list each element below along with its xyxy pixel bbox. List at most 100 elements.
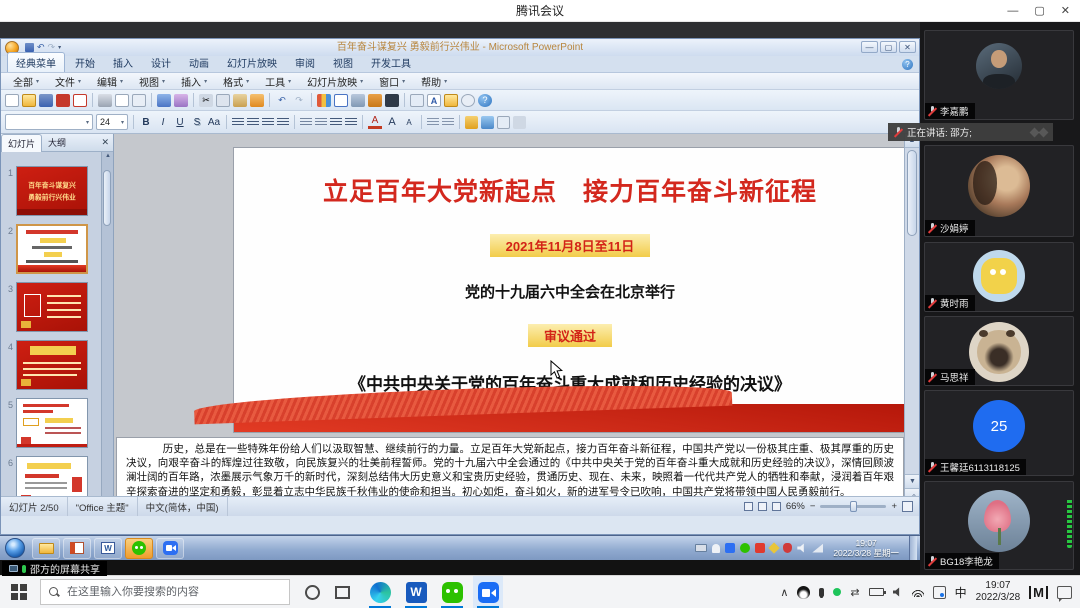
close-icon[interactable]: ✕ — [1061, 0, 1070, 22]
maximize-icon[interactable]: ▢ — [1034, 0, 1044, 22]
bell-icon[interactable] — [712, 544, 720, 553]
tab-home[interactable]: 开始 — [67, 53, 103, 72]
tab-review[interactable]: 审阅 — [287, 53, 323, 72]
undo-icon[interactable]: ↶ — [275, 94, 289, 107]
battery-icon[interactable] — [869, 588, 884, 596]
columns-icon[interactable] — [315, 118, 327, 127]
antivirus-tray-icon[interactable] — [769, 542, 780, 553]
font-name-combo[interactable]: ▾ — [5, 114, 93, 130]
wifi-icon[interactable] — [912, 588, 924, 597]
zoom-slider-thumb[interactable] — [850, 501, 857, 512]
panel-close-icon[interactable]: ✕ — [101, 137, 109, 148]
redo-icon[interactable]: ↷ — [292, 94, 306, 107]
menu-tools[interactable]: 工具▾ — [257, 74, 299, 89]
menu-all[interactable]: 全部▾ — [5, 74, 47, 89]
format-painter-icon[interactable] — [250, 94, 264, 107]
page-setup-icon[interactable] — [132, 94, 146, 107]
app-tray-icon[interactable] — [755, 543, 765, 553]
shape-icon[interactable] — [497, 116, 510, 129]
powerpoint-taskbar-icon[interactable] — [63, 538, 91, 559]
word-taskbar-icon[interactable]: W — [94, 538, 122, 559]
shrink-font-button[interactable]: A — [402, 115, 416, 130]
minimize-icon[interactable]: — — [1007, 0, 1018, 22]
keyboard-icon[interactable] — [695, 544, 707, 552]
font-color-button[interactable]: A — [368, 115, 382, 129]
scroll-up-icon[interactable]: ▲ — [102, 153, 114, 159]
zoom-in-icon[interactable]: + — [891, 501, 897, 512]
slideshow-view-icon[interactable] — [772, 502, 781, 511]
panel-scrollbar[interactable]: ▲ ▼ — [101, 152, 113, 516]
tab-design[interactable]: 设计 — [143, 53, 179, 72]
tab-slideshow[interactable]: 幻灯片放映 — [219, 53, 285, 72]
justify-icon[interactable] — [277, 118, 289, 127]
network-signal-icon[interactable] — [812, 544, 823, 553]
fit-to-window-icon[interactable] — [902, 501, 913, 512]
open-folder-icon[interactable] — [444, 94, 458, 107]
normal-view-icon[interactable] — [744, 502, 753, 511]
input-indicator-icon[interactable] — [933, 586, 946, 599]
line-spacing-icon[interactable] — [300, 118, 312, 127]
notification-center-icon[interactable] — [1057, 586, 1072, 599]
zoom-icon[interactable] — [461, 94, 475, 107]
zoom-out-icon[interactable]: − — [810, 501, 816, 512]
menu-file[interactable]: 文件▾ — [47, 74, 89, 89]
wechat-taskbar-icon[interactable] — [125, 538, 153, 559]
slide-5-thumbnail[interactable] — [16, 398, 88, 448]
grow-font-button[interactable]: A — [385, 115, 399, 130]
numbered-list-icon[interactable] — [330, 118, 342, 127]
print-icon[interactable] — [98, 94, 112, 107]
tab-animations[interactable]: 动画 — [181, 53, 217, 72]
microphone-icon[interactable] — [819, 588, 824, 597]
print-preview-icon[interactable] — [115, 94, 129, 107]
ime-indicator[interactable]: 中 — [955, 584, 967, 601]
meeting-tray-icon[interactable] — [725, 543, 735, 553]
wechat-tray-icon[interactable] — [740, 543, 750, 553]
ppt-minimize-icon[interactable]: — — [861, 41, 878, 53]
menu-format[interactable]: 格式▾ — [215, 74, 257, 89]
search-input[interactable] — [67, 586, 281, 598]
arrow-style-icon[interactable] — [513, 116, 526, 129]
tab-classic-menu[interactable]: 经典菜单 — [7, 52, 65, 72]
start-button[interactable] — [11, 584, 27, 600]
slide-design-icon[interactable]: A — [427, 94, 441, 107]
qq-icon[interactable] — [797, 586, 810, 599]
vertical-scrollbar[interactable]: ▲ ▼ « « — [904, 134, 919, 516]
align-right-icon[interactable] — [262, 118, 274, 127]
save-icon[interactable] — [39, 94, 53, 107]
meeting-taskbar-icon[interactable] — [156, 538, 184, 559]
bullet-list-icon[interactable] — [345, 118, 357, 127]
slide-canvas[interactable]: 立足百年大党新起点 接力百年奋斗新征程 2021年11月8日至11日 党的十九届… — [234, 148, 906, 432]
open-icon[interactable] — [22, 94, 36, 107]
spelling-icon[interactable] — [157, 94, 171, 107]
scroll-thumb[interactable] — [907, 150, 917, 236]
taskbar-search[interactable] — [40, 579, 290, 605]
participant-tile[interactable]: BG18李艳龙 — [924, 481, 1074, 570]
tab-insert[interactable]: 插入 — [105, 53, 141, 72]
menu-window[interactable]: 窗口▾ — [371, 74, 413, 89]
participant-tile[interactable]: 25 BG18李艳龙 王馨廷6113118125 — [924, 390, 1074, 476]
host-clock[interactable]: 19:07 2022/3/28 — [976, 580, 1021, 605]
zoom-slider[interactable] — [820, 505, 886, 508]
tab-developer[interactable]: 开发工具 — [363, 53, 419, 72]
security-tray-icon[interactable] — [783, 543, 792, 553]
slide-4-thumbnail[interactable] — [16, 340, 88, 390]
ime-logo[interactable]: M — [1029, 586, 1048, 599]
export-icon[interactable] — [56, 94, 70, 107]
word-taskbar-icon[interactable]: W — [401, 576, 431, 608]
decrease-indent-icon[interactable] — [427, 118, 439, 127]
font-size-combo[interactable]: 24▾ — [96, 114, 128, 130]
align-center-icon[interactable] — [247, 118, 259, 127]
participant-tile[interactable]: 沙娟婷 — [924, 145, 1074, 237]
help-icon[interactable]: ? — [478, 94, 492, 107]
fill-color-icon[interactable] — [465, 116, 478, 129]
new-slide-icon[interactable] — [410, 94, 424, 107]
task-view-icon[interactable] — [335, 586, 350, 599]
slide-layout-icon[interactable] — [368, 94, 382, 107]
ppt-restore-icon[interactable]: ▢ — [880, 41, 897, 53]
increase-indent-icon[interactable] — [442, 118, 454, 127]
italic-button[interactable]: I — [156, 115, 170, 130]
menu-help[interactable]: 帮助▾ — [413, 74, 455, 89]
align-left-icon[interactable] — [232, 118, 244, 127]
shared-clock[interactable]: 19:07 2022/3/28 星期一 — [828, 538, 904, 558]
slide-2-thumbnail-selected[interactable] — [16, 224, 88, 274]
